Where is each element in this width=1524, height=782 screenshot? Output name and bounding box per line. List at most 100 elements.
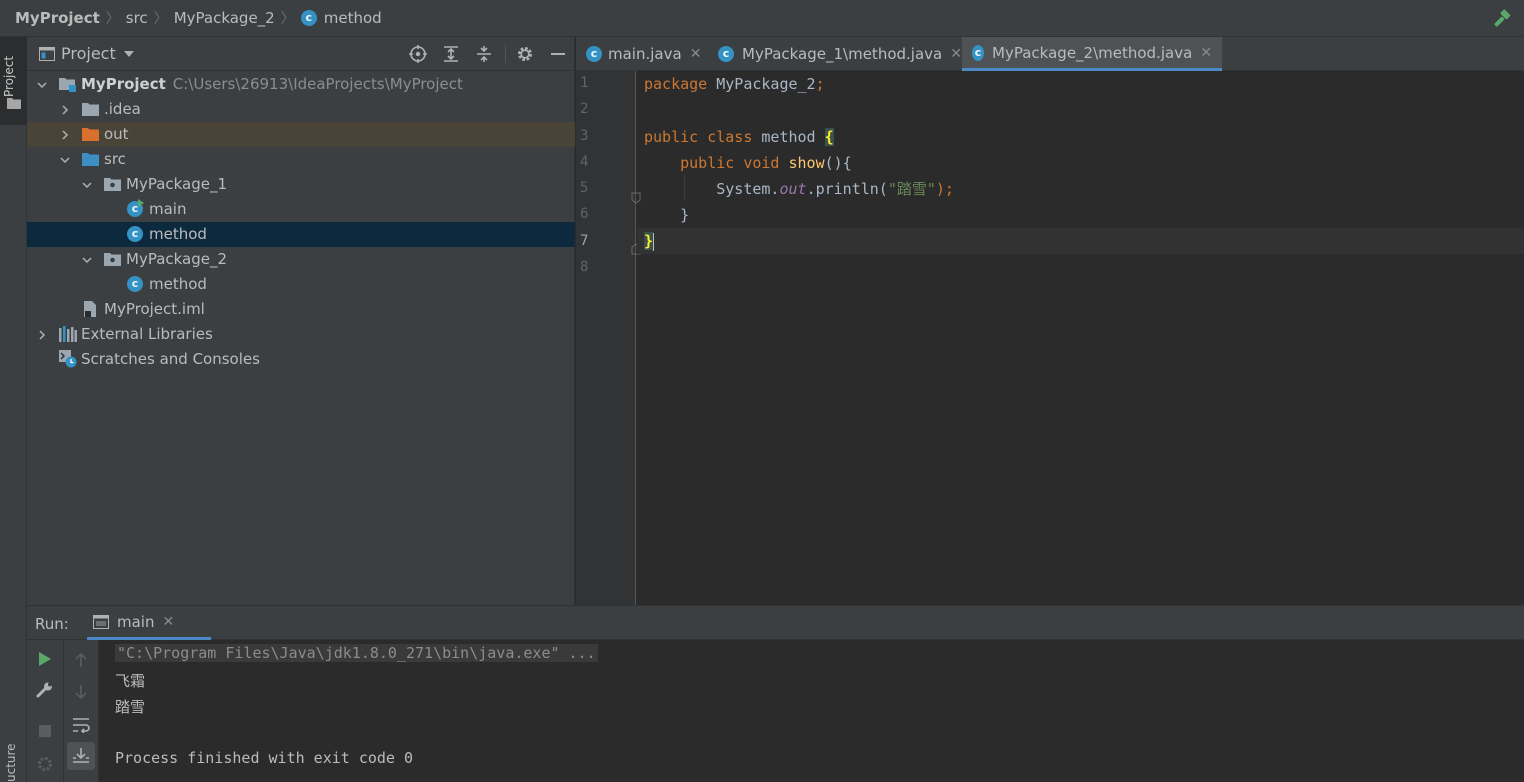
tree-row-main[interactable]: c main: [27, 197, 575, 222]
tree-row-src[interactable]: src: [27, 147, 575, 172]
package-icon: [104, 253, 121, 266]
console-output[interactable]: "C:\Program Files\Java\jdk1.8.0_271\bin\…: [99, 640, 1524, 782]
tree-row-myproject[interactable]: MyProject C:\Users\26913\IdeaProjects\MyP…: [27, 72, 575, 97]
code-line-7: }: [644, 232, 655, 251]
close-icon[interactable]: ✕: [690, 46, 702, 62]
text-cursor: [653, 232, 655, 251]
soft-wrap-icon[interactable]: [72, 717, 90, 733]
code-content[interactable]: package MyPackage_2; public class method…: [637, 71, 1524, 605]
tree-label: method: [149, 225, 207, 243]
class-runnable-icon: c: [586, 46, 602, 62]
project-view-selector[interactable]: Project: [61, 44, 116, 63]
tree-row-method-2[interactable]: c method: [27, 272, 575, 297]
project-view-icon: [39, 46, 55, 61]
hide-panel-icon[interactable]: [550, 45, 566, 63]
settings-icon[interactable]: [36, 755, 54, 773]
line-number: 6: [580, 206, 589, 222]
breadcrumb-class[interactable]: method: [324, 9, 382, 27]
project-panel: Project MyProject C:\Users\26913\IdeaProj: [27, 37, 575, 605]
code-line-6: }: [680, 206, 690, 224]
line-number: 8: [580, 259, 589, 275]
chevron-down-icon[interactable]: [36, 79, 48, 91]
run-title: Run:: [35, 615, 69, 633]
chevron-right-icon[interactable]: [59, 104, 71, 116]
navigation-bar: MyProject 〉 src 〉 MyPackage_2 〉 c method: [0, 0, 1524, 37]
source-folder-icon: [82, 153, 99, 166]
line-number: 2: [580, 101, 589, 117]
close-icon[interactable]: ✕: [1200, 45, 1212, 61]
tree-label: out: [104, 125, 129, 143]
left-tool-strip: Project ucture: [0, 37, 27, 782]
locate-file-icon[interactable]: [409, 45, 427, 63]
tree-row-mypackage-1[interactable]: MyPackage_1: [27, 172, 575, 197]
line-number: 3: [580, 128, 589, 144]
chevron-right-icon[interactable]: [36, 329, 48, 341]
gear-icon[interactable]: [516, 45, 534, 63]
tab-label: MyPackage_2\method.java: [992, 43, 1193, 62]
run-tab-main[interactable]: main ✕: [87, 606, 211, 640]
scratches-icon: [59, 350, 77, 368]
console-exit-line: Process finished with exit code 0: [115, 749, 414, 767]
close-icon[interactable]: ✕: [162, 614, 174, 630]
tree-label: MyPackage_2: [126, 250, 228, 268]
tab-mypackage-2-method[interactable]: c MyPackage_2\method.java ✕: [962, 37, 1222, 71]
class-icon: c: [300, 10, 317, 26]
rerun-icon[interactable]: [38, 651, 52, 667]
tree-row-scratches[interactable]: Scratches and Consoles: [27, 347, 575, 372]
code-editor: c main.java ✕ c MyPackage_1\method.java …: [576, 37, 1524, 605]
tree-row-out[interactable]: out: [27, 122, 575, 147]
folder-icon: [7, 98, 21, 109]
console-output-line: 踏雪: [115, 698, 146, 716]
breadcrumb-package[interactable]: MyPackage_2: [174, 9, 275, 27]
tree-label: External Libraries: [81, 325, 213, 343]
line-number-current: 7: [580, 233, 589, 249]
tree-row-iml[interactable]: MyProject.iml: [27, 297, 575, 322]
tree-label: MyProject.iml: [104, 300, 205, 318]
chevron-down-icon[interactable]: [81, 179, 93, 191]
close-icon[interactable]: ✕: [950, 46, 962, 62]
arrow-up-icon[interactable]: [74, 652, 88, 668]
toolbar-divider: [63, 640, 64, 782]
tree-label: Scratches and Consoles: [81, 350, 260, 368]
tree-row-external-libraries[interactable]: External Libraries: [27, 322, 575, 347]
project-tool-window-button[interactable]: Project: [0, 37, 27, 125]
tree-label: MyProject C:\Users\26913\IdeaProjects\MyP…: [81, 75, 463, 93]
tree-row-idea[interactable]: .idea: [27, 97, 575, 122]
chevron-down-icon[interactable]: [123, 50, 134, 57]
chevron-down-icon[interactable]: [81, 254, 93, 266]
package-icon: [104, 178, 121, 191]
console-command-line: "C:\Program Files\Java\jdk1.8.0_271\bin\…: [115, 644, 598, 662]
code-line-5: System.out.println("踏雪");: [716, 180, 954, 198]
breadcrumb-src[interactable]: src: [126, 9, 148, 27]
wrench-icon[interactable]: [36, 681, 54, 699]
breadcrumb-separator: 〉: [105, 11, 120, 27]
toolbar-divider: [505, 45, 506, 63]
line-number-gutter: 1 2 3 4 5 6 7 8: [576, 71, 641, 605]
iml-file-icon: [84, 301, 96, 317]
run-tab-label: main: [117, 612, 155, 631]
module-icon: [59, 78, 76, 92]
run-header: Run: main ✕: [27, 606, 1524, 640]
chevron-right-icon[interactable]: [59, 129, 71, 141]
run-tool-window: Run: main ✕ "C:\Program Files\Java\jdk1.…: [27, 605, 1524, 782]
code-line-1: package MyPackage_2;: [644, 75, 825, 93]
tree-label: main: [149, 200, 187, 218]
tab-main-java[interactable]: c main.java ✕: [582, 37, 705, 71]
scroll-to-end-icon: [73, 748, 89, 763]
arrow-down-icon[interactable]: [74, 684, 88, 700]
tree-row-method-1[interactable]: c method: [27, 222, 575, 247]
stop-icon[interactable]: [38, 724, 52, 738]
build-hammer-icon[interactable]: [1492, 9, 1512, 29]
scroll-to-end-button[interactable]: [67, 742, 95, 770]
class-icon: c: [718, 46, 734, 62]
console-output-line: 飞霜: [115, 672, 146, 690]
tab-mypackage-1-method[interactable]: c MyPackage_1\method.java ✕: [714, 37, 966, 71]
breadcrumb-project[interactable]: MyProject: [15, 9, 100, 27]
tree-label: method: [149, 275, 207, 293]
expand-all-icon[interactable]: [442, 45, 460, 63]
tree-row-mypackage-2[interactable]: MyPackage_2: [27, 247, 575, 272]
chevron-down-icon[interactable]: [59, 154, 71, 166]
code-line-3: public class method {: [644, 128, 834, 146]
structure-strip-label[interactable]: ucture: [4, 737, 18, 782]
collapse-all-icon[interactable]: [475, 45, 493, 63]
